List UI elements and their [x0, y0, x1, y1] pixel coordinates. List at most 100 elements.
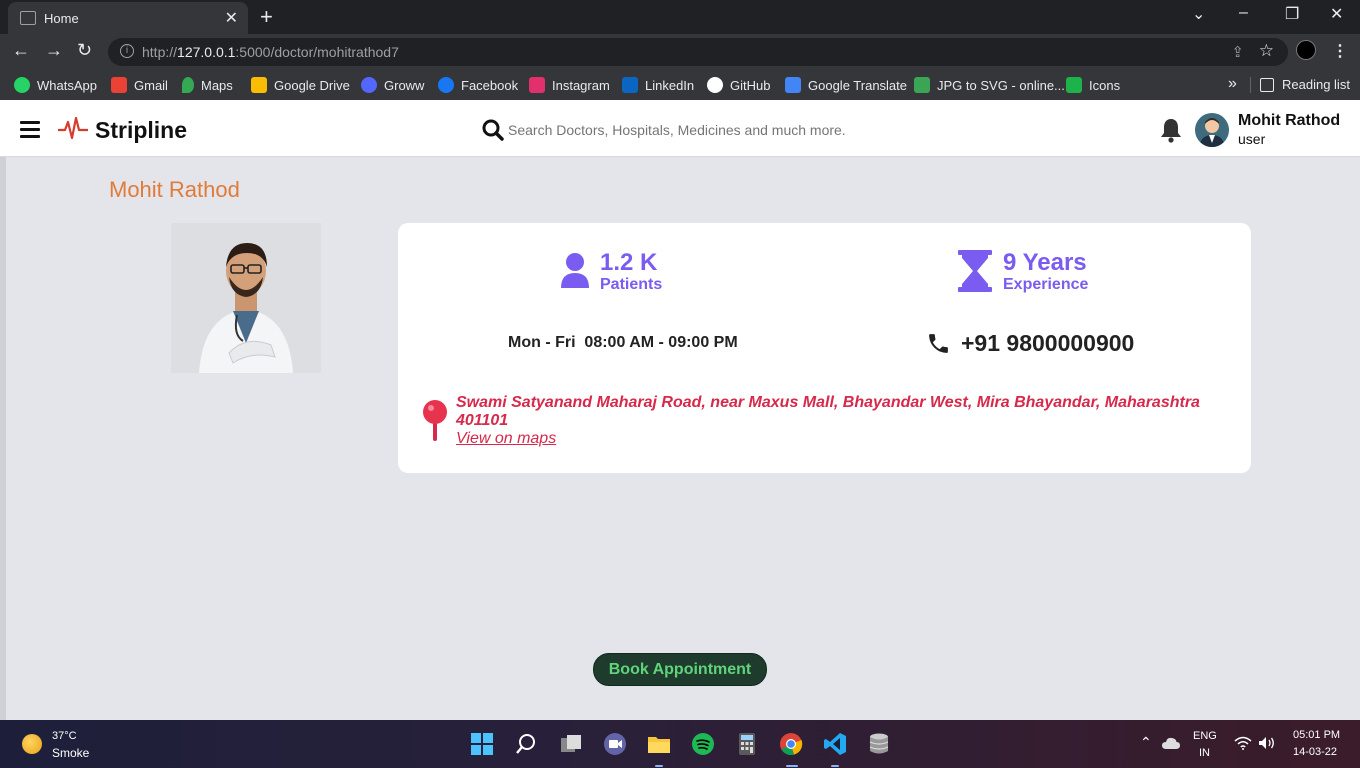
- experience-label: Experience: [1003, 276, 1089, 293]
- patients-count: 1.2 K: [600, 249, 658, 276]
- bookmark-google-translate[interactable]: Google Translate: [785, 77, 907, 93]
- search-icon[interactable]: [482, 119, 504, 141]
- database-icon[interactable]: [867, 732, 891, 756]
- browser-tab-strip: Home ✕ + ⌄ – ❐ ✕: [0, 0, 1360, 34]
- browser-menu-icon[interactable]: ⋮: [1332, 41, 1348, 61]
- task-view-icon[interactable]: [559, 732, 583, 756]
- view-on-maps-link[interactable]: View on maps: [456, 430, 556, 448]
- reload-icon[interactable]: ↻: [77, 40, 92, 61]
- bookmark-groww[interactable]: Groww: [361, 77, 424, 93]
- google-translate-icon: [785, 77, 801, 93]
- minimize-icon[interactable]: –: [1239, 4, 1248, 22]
- reading-list-button[interactable]: Reading list: [1260, 77, 1350, 92]
- phone-number[interactable]: +91 9800000900: [961, 330, 1134, 357]
- page-favicon-icon: [20, 11, 36, 25]
- book-appointment-button[interactable]: Book Appointment: [593, 653, 767, 686]
- restore-icon[interactable]: ❐: [1285, 4, 1299, 24]
- chrome-active-indicator: [786, 765, 798, 767]
- location-pin-icon: [423, 400, 447, 441]
- address-bar[interactable]: i http://127.0.0.1:5000/doctor/mohitrath…: [108, 38, 1288, 66]
- working-hours: Mon - Fri 08:00 AM - 09:00 PM: [508, 334, 738, 351]
- new-tab-icon[interactable]: +: [260, 4, 273, 30]
- bookmark-icons[interactable]: Icons: [1066, 77, 1120, 93]
- icons-site-icon: [1066, 77, 1082, 93]
- bookmark-linkedin[interactable]: LinkedIn: [622, 77, 694, 93]
- bookmark-star-icon[interactable]: ☆: [1259, 41, 1274, 61]
- bookmark-instagram[interactable]: Instagram: [529, 77, 610, 93]
- weather-sun-icon[interactable]: [22, 734, 42, 754]
- language-indicator[interactable]: ENG: [1193, 730, 1217, 742]
- page-left-border: [0, 157, 6, 720]
- browser-toolbar: ← → ↻ i http://127.0.0.1:5000/doctor/moh…: [0, 34, 1360, 70]
- brand-name[interactable]: Stripline: [95, 117, 187, 144]
- bookmark-github[interactable]: GitHub: [707, 77, 770, 93]
- user-avatar[interactable]: [1195, 113, 1229, 147]
- tab-title: Home: [44, 11, 79, 26]
- doctor-name-heading: Mohit Rathod: [109, 177, 240, 202]
- region-indicator[interactable]: IN: [1199, 747, 1210, 759]
- site-info-icon[interactable]: i: [120, 44, 134, 58]
- hamburger-menu-icon[interactable]: [20, 121, 40, 142]
- more-bookmarks-icon[interactable]: »: [1228, 75, 1237, 93]
- user-name[interactable]: Mohit Rathod: [1238, 112, 1340, 130]
- tab-close-icon[interactable]: ✕: [225, 8, 238, 28]
- show-hidden-icons-icon[interactable]: ⌃: [1140, 734, 1152, 751]
- bookmark-maps[interactable]: Maps: [182, 77, 233, 93]
- weather-temperature[interactable]: 37°C: [52, 730, 77, 742]
- share-icon[interactable]: ⇪: [1231, 43, 1244, 61]
- bookmark-jpg-to-svg[interactable]: JPG to SVG - online...: [914, 77, 1065, 93]
- github-icon: [707, 77, 723, 93]
- vscode-running-indicator: [831, 765, 839, 767]
- bookmarks-divider: [1250, 77, 1251, 93]
- onedrive-cloud-icon[interactable]: [1162, 737, 1180, 752]
- hourglass-icon: [958, 250, 992, 292]
- forward-icon[interactable]: →: [45, 40, 63, 61]
- bookmarks-bar: WhatsApp Gmail Maps Google Drive Groww F…: [0, 70, 1360, 100]
- app-header: Stripline Mohit Rathod user: [0, 100, 1360, 157]
- search-taskbar-icon[interactable]: [514, 732, 538, 756]
- wifi-icon[interactable]: [1234, 736, 1252, 753]
- heartbeat-logo-icon: [58, 116, 88, 140]
- patients-label: Patients: [600, 276, 663, 293]
- volume-icon[interactable]: [1258, 736, 1276, 753]
- spotify-icon[interactable]: [691, 732, 715, 756]
- bookmark-gmail[interactable]: Gmail: [111, 77, 168, 93]
- instagram-icon: [529, 77, 545, 93]
- file-explorer-running-indicator: [655, 765, 663, 767]
- bookmark-google-drive[interactable]: Google Drive: [251, 77, 350, 93]
- tab-home[interactable]: Home ✕: [8, 2, 248, 34]
- chrome-icon[interactable]: [779, 732, 803, 756]
- bookmark-whatsapp[interactable]: WhatsApp: [14, 77, 97, 93]
- clock-time[interactable]: 05:01 PM: [1293, 729, 1340, 741]
- doctor-photo: [171, 223, 321, 373]
- reading-list-icon: [1260, 77, 1274, 92]
- extension-icon[interactable]: [1296, 40, 1316, 60]
- google-drive-icon: [251, 77, 267, 93]
- groww-icon: [361, 77, 377, 93]
- maps-icon: [182, 77, 194, 93]
- teams-chat-icon[interactable]: [603, 732, 627, 756]
- calculator-icon[interactable]: [735, 732, 759, 756]
- gmail-icon: [111, 77, 127, 93]
- experience-years: 9 Years: [1003, 249, 1087, 276]
- windows-taskbar: 37°C Smoke ⌃ ENG IN 05:01 PM 14-03-22: [0, 720, 1360, 768]
- weather-description[interactable]: Smoke: [52, 746, 89, 760]
- jpg-to-svg-icon: [914, 77, 930, 93]
- window-close-icon[interactable]: ✕: [1330, 4, 1343, 24]
- tab-search-chevron-icon[interactable]: ⌄: [1192, 4, 1205, 24]
- linkedin-icon: [622, 77, 638, 93]
- start-menu-icon[interactable]: [470, 732, 494, 756]
- bookmark-facebook[interactable]: Facebook: [438, 77, 518, 93]
- clock-date[interactable]: 14-03-22: [1293, 746, 1337, 758]
- vscode-icon[interactable]: [823, 732, 847, 756]
- patient-user-icon: [561, 253, 589, 288]
- url-text[interactable]: http://127.0.0.1:5000/doctor/mohitrathod…: [142, 44, 399, 60]
- user-role: user: [1238, 131, 1266, 147]
- notification-bell-icon[interactable]: [1160, 117, 1182, 143]
- file-explorer-icon[interactable]: [647, 732, 671, 756]
- search-input[interactable]: [508, 116, 948, 144]
- clinic-address: Swami Satyanand Maharaj Road, near Maxus…: [456, 394, 1200, 429]
- whatsapp-icon: [14, 77, 30, 93]
- facebook-icon: [438, 77, 454, 93]
- back-icon[interactable]: ←: [12, 40, 30, 61]
